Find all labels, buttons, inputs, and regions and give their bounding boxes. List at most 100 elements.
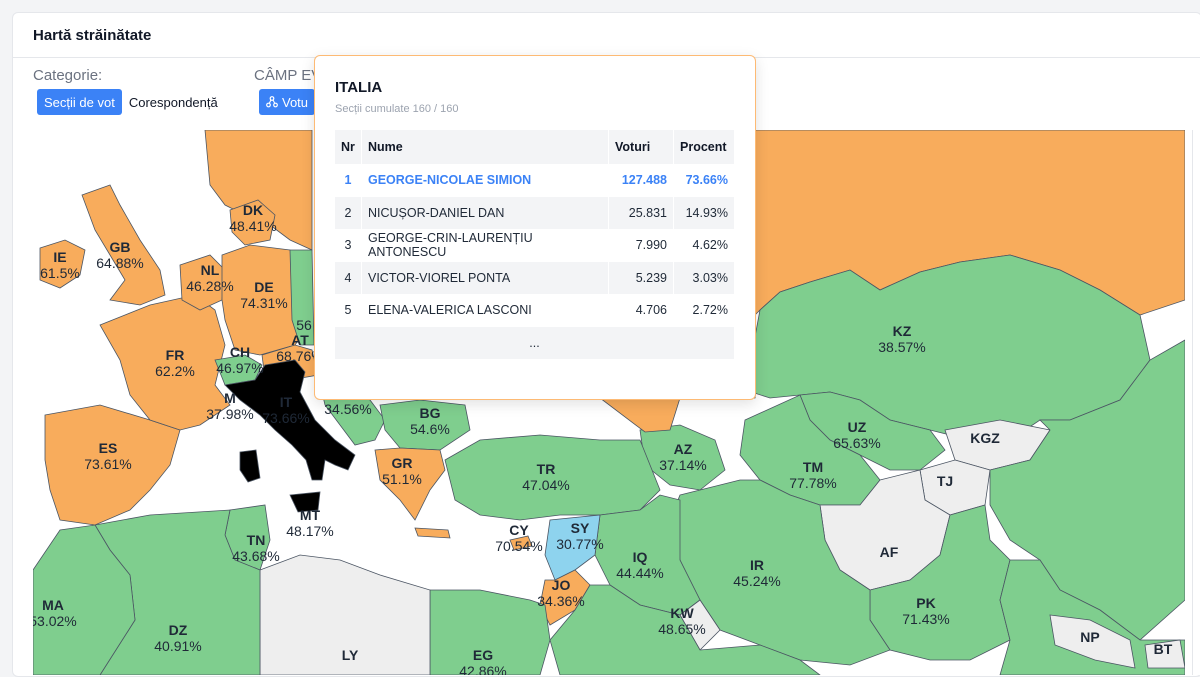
country-percent-label: 40.91% [154,638,201,654]
country-code-label: IQ [633,549,648,565]
country-code-label: MA [42,597,64,613]
country-percent-label: 30.77% [556,536,603,552]
country-percent-label: 34.36% [537,593,584,609]
country-code-label: KGZ [970,430,1000,446]
country-code-label: DK [243,202,263,218]
country-gr-crete[interactable] [414,527,451,539]
col-nr: Nr [335,130,362,164]
country-percent-label: 46.28% [186,278,233,294]
country-percent-label: 34.56% [324,401,371,417]
row-nr: 5 [335,294,362,327]
table-row: 2 NICUȘOR-DANIEL DAN 25.831 14.93% [335,196,735,229]
country-percent-label: 65.63% [833,435,880,451]
country-percent-label: 61.5% [40,265,80,281]
row-name: GEORGE-NICOLAE SIMION [361,164,609,197]
country-code-label: UZ [848,419,867,435]
country-code-label: MT [300,507,321,523]
country-code-label: ES [99,440,118,456]
more-indicator: ... [335,326,735,359]
row-percent: 4.62% [673,229,735,262]
country-code-label: LY [342,647,359,663]
field-label: CÂMP EV [254,67,322,84]
row-votes: 4.706 [608,294,674,327]
tooltip-subtitle: Secții cumulate 160 / 160 [335,103,459,115]
table-row: 4 VICTOR-VIOREL PONTA 5.239 3.03% [335,261,735,294]
country-percent-label: 37.14% [659,457,706,473]
country-code-label: JO [552,577,571,593]
country-percent-label: 42.86% [459,663,506,675]
country-code-label: IR [750,557,764,573]
row-percent: 2.72% [673,294,735,327]
country-percent-label: 51.1% [382,471,422,487]
country-code-label: EG [473,647,493,663]
country-code-label: NP [1080,629,1099,645]
table-more-row: ... [335,326,735,359]
country-code-label: AF [880,544,899,560]
row-percent: 14.93% [673,196,735,229]
row-nr: 4 [335,261,362,294]
country-ua[interactable] [598,397,681,433]
country-code-label: DZ [169,622,188,638]
table-row: 1 GEORGE-NICOLAE SIMION 127.488 73.66% [335,164,735,197]
country-code-label: TM [803,459,823,475]
table-row: 3 GEORGE-CRIN-LAURENȚIU ANTONESCU 7.990 … [335,229,735,262]
country-percent-label: 38.57% [878,339,925,355]
row-votes: 25.831 [608,196,674,229]
page-title: Hartă străinătate [33,26,152,44]
row-name: GEORGE-CRIN-LAURENȚIU ANTONESCU [361,229,609,262]
country-code-label: AT [291,332,309,348]
network-icon [266,96,278,108]
category-label: Categorie: [33,67,103,84]
row-name: VICTOR-VIOREL PONTA [361,261,609,294]
row-name: ELENA-VALERICA LASCONI [361,294,609,327]
country-percent-label: 43.68% [232,548,279,564]
field-option-votes[interactable]: Votu [259,89,316,115]
country-percent-label: 46.97% [216,360,263,376]
country-percent-label: 48.17% [286,523,333,539]
col-name: Nume [361,130,609,164]
country-code-label: TR [537,461,556,477]
country-code-label: GR [392,455,413,471]
country-code-label: KW [670,605,694,621]
country-percent-label: 70.54% [495,538,542,554]
col-percent: Procent [673,130,735,164]
col-votes: Voturi [608,130,674,164]
country-percent-label: 48.65% [658,621,705,637]
country-percent-label: 54.6% [410,421,450,437]
field-toggle: Votu [259,89,316,115]
row-name: NICUȘOR-DANIEL DAN [361,196,609,229]
country-code-label: IE [53,249,66,265]
country-code-label: TN [247,532,266,548]
country-percent-label: 44.44% [616,565,663,581]
row-votes: 5.239 [608,261,674,294]
row-nr: 3 [335,229,362,262]
country-code-label: BT [1154,641,1173,657]
row-votes: 127.488 [608,164,674,197]
country-code-label: SY [571,520,590,536]
card-header: Hartă străinătate [13,13,1200,58]
country-it-sardinia[interactable] [239,449,261,483]
category-option-sections[interactable]: Secții de vot [37,89,122,115]
country-code-label: CY [509,522,529,538]
country-code-label: FR [166,347,185,363]
country-tooltip: ITALIA Secții cumulate 160 / 160 Nr Nume… [314,55,756,400]
country-percent-label: 77.78% [789,475,836,491]
country-code-label: NL [201,262,220,278]
tooltip-country: ITALIA [335,79,383,96]
country-percent-label: 37.98% [206,406,253,422]
country-code-label: PK [916,595,935,611]
row-nr: 2 [335,196,362,229]
category-toggle: Secții de vot Corespondență [37,89,225,115]
results-table: Nr Nume Voturi Procent 1 GEORGE-NICOLAE … [335,130,735,359]
country-percent-label: 74.31% [240,295,287,311]
country-code-label: TJ [937,473,953,489]
country-code-label: GB [110,239,131,255]
country-percent-label: 62.2% [155,363,195,379]
category-option-mail[interactable]: Corespondență [121,89,225,115]
country-code-label: M [224,390,236,406]
country-code-label: CH [230,344,250,360]
country-code-label: DE [254,279,273,295]
table-row: 5 ELENA-VALERICA LASCONI 4.706 2.72% [335,294,735,327]
partial-percent-label: 56 [296,317,312,333]
country-percent-label: 45.24% [733,573,780,589]
